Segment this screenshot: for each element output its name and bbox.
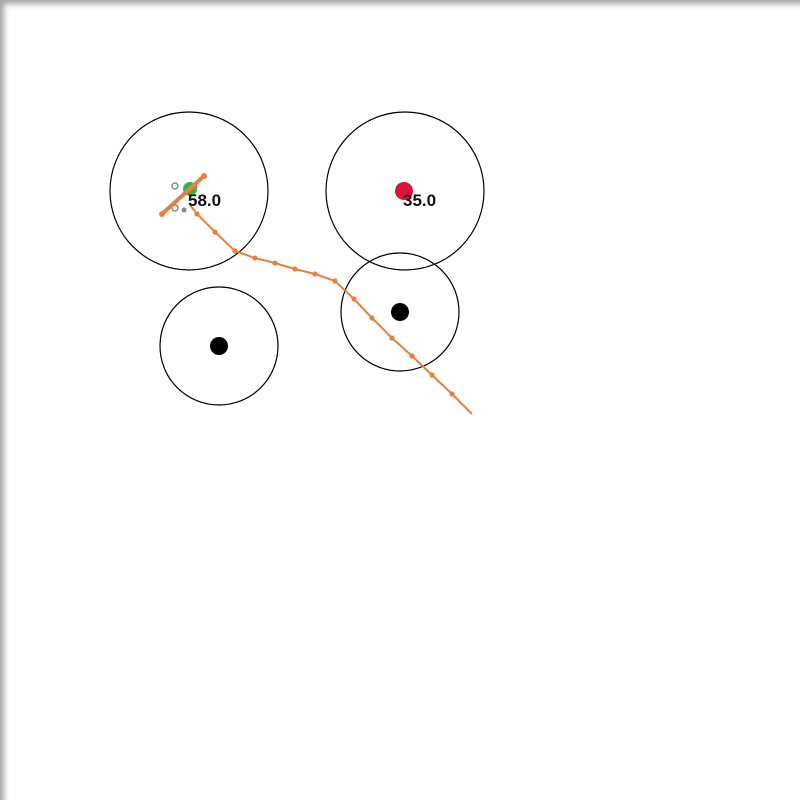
trajectory-waypoint bbox=[292, 266, 298, 272]
zone-value-label-goal: 35.0 bbox=[403, 191, 436, 210]
target-dot-right bbox=[391, 303, 409, 321]
trajectory-waypoint bbox=[332, 278, 338, 284]
game-scene: 58.0 35.0 bbox=[109, 111, 485, 415]
trajectory-waypoint bbox=[272, 260, 278, 266]
trajectory-waypoint bbox=[369, 315, 375, 321]
trajectory-waypoint bbox=[429, 372, 435, 378]
trajectory-waypoint bbox=[449, 391, 455, 397]
trajectory-waypoint bbox=[212, 229, 218, 235]
zone-value-label-agent: 58.0 bbox=[188, 191, 221, 210]
trajectory-path bbox=[189, 204, 473, 415]
target-dot-left bbox=[210, 337, 228, 355]
trajectory-waypoint bbox=[389, 335, 395, 341]
trajectory-waypoint bbox=[232, 248, 238, 254]
trajectory-waypoint bbox=[409, 353, 415, 359]
trajectory-waypoint bbox=[194, 211, 200, 217]
trajectory-waypoint bbox=[252, 255, 258, 261]
trajectory-line bbox=[189, 204, 473, 415]
trajectory-waypoint bbox=[351, 296, 357, 302]
game-canvas[interactable]: 58.0 35.0 bbox=[0, 0, 800, 800]
trajectory-waypoint bbox=[312, 271, 318, 277]
